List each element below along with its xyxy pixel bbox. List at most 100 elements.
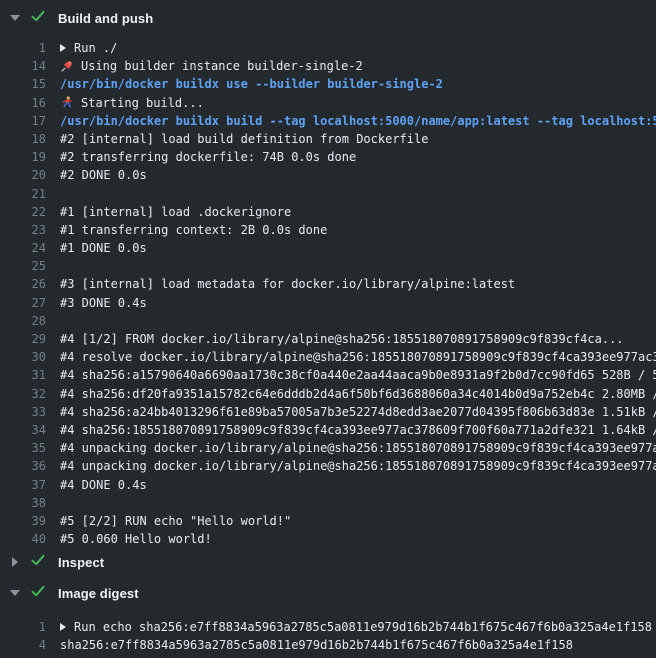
- log-line: 27 #3 DONE 0.4s: [0, 294, 656, 312]
- line-text: #4 unpacking docker.io/library/alpine@sh…: [60, 457, 656, 475]
- line-text: #4 sha256:df20fa9351a15782c64e6dddb2d4a6…: [60, 385, 656, 403]
- log-line: 30 #4 resolve docker.io/library/alpine@s…: [0, 348, 656, 366]
- log-line: 39 #5 [2/2] RUN echo "Hello world!": [0, 512, 656, 530]
- check-icon: [20, 583, 46, 604]
- line-number[interactable]: 21: [0, 185, 46, 203]
- log-line: 28: [0, 312, 656, 330]
- line-number[interactable]: 27: [0, 294, 46, 312]
- section-title: Image digest: [58, 586, 139, 601]
- line-number[interactable]: 39: [0, 512, 46, 530]
- line-number[interactable]: 35: [0, 439, 46, 457]
- line-number[interactable]: 28: [0, 312, 46, 330]
- line-number[interactable]: 16: [0, 94, 46, 112]
- line-number[interactable]: 19: [0, 148, 46, 166]
- check-icon: [20, 552, 46, 573]
- line-text: #4 resolve docker.io/library/alpine@sha2…: [60, 348, 656, 366]
- line-text: #4 DONE 0.4s: [60, 476, 147, 494]
- log-line: 25: [0, 257, 656, 275]
- line-number[interactable]: 31: [0, 366, 46, 384]
- line-number[interactable]: 34: [0, 421, 46, 439]
- line-text: Using builder instance builder-single-2: [60, 57, 363, 75]
- log-line: 17 /usr/bin/docker buildx build --tag lo…: [0, 112, 656, 130]
- pin-icon: [60, 60, 73, 73]
- log-group-line: 1 Run ./: [0, 39, 656, 57]
- log-line: 22 #1 [internal] load .dockerignore: [0, 203, 656, 221]
- log-block-build-and-push: 1 Run ./ 14 Using builder instance build…: [0, 36, 656, 548]
- line-number[interactable]: 23: [0, 221, 46, 239]
- log-line: 16 Starting build...: [0, 94, 656, 112]
- line-text: #4 [1/2] FROM docker.io/library/alpine@s…: [60, 330, 624, 348]
- log-line: 40 #5 0.060 Hello world!: [0, 530, 656, 548]
- log-line: 38: [0, 494, 656, 512]
- log-line: 19 #2 transferring dockerfile: 74B 0.0s …: [0, 148, 656, 166]
- line-number[interactable]: 4: [0, 636, 46, 654]
- log-line: 26 #3 [internal] load metadata for docke…: [0, 275, 656, 293]
- log-line: 37 #4 DONE 0.4s: [0, 476, 656, 494]
- log-line: 4 sha256:e7ff8834a5963a2785c5a0811e979d1…: [0, 636, 656, 654]
- line-number[interactable]: 40: [0, 530, 46, 548]
- line-number[interactable]: 29: [0, 330, 46, 348]
- line-text: #4 sha256:185518070891758909c9f839cf4ca3…: [60, 421, 656, 439]
- section-header-build-and-push[interactable]: Build and push: [0, 0, 656, 36]
- line-text: #2 [internal] load build definition from…: [60, 130, 428, 148]
- line-number[interactable]: 30: [0, 348, 46, 366]
- log-line: 14 Using builder instance builder-single…: [0, 57, 656, 75]
- line-text: /usr/bin/docker buildx build --tag local…: [60, 112, 656, 130]
- line-number[interactable]: 14: [0, 57, 46, 75]
- log-line: 15 /usr/bin/docker buildx use --builder …: [0, 75, 656, 93]
- line-text: #3 [internal] load metadata for docker.i…: [60, 275, 515, 293]
- log-line: 24 #1 DONE 0.0s: [0, 239, 656, 257]
- line-text: #3 DONE 0.4s: [60, 294, 147, 312]
- line-number[interactable]: 20: [0, 166, 46, 184]
- line-number[interactable]: 1: [0, 618, 46, 636]
- expand-icon: [60, 44, 66, 52]
- log-line: 35 #4 unpacking docker.io/library/alpine…: [0, 439, 656, 457]
- line-text: #1 transferring context: 2B 0.0s done: [60, 221, 327, 239]
- caret-icon: [10, 557, 20, 567]
- line-number[interactable]: 25: [0, 257, 46, 275]
- runner-icon: [60, 96, 73, 109]
- section-header-image-digest[interactable]: Image digest: [0, 576, 656, 610]
- line-text: /usr/bin/docker buildx use --builder bui…: [60, 75, 443, 93]
- line-number[interactable]: 18: [0, 130, 46, 148]
- line-number[interactable]: 1: [0, 39, 46, 57]
- log-line: 31 #4 sha256:a15790640a6690aa1730c38cf0a…: [0, 366, 656, 384]
- line-text: #4 sha256:a24bb4013296f61e89ba57005a7b3e…: [60, 403, 656, 421]
- line-text[interactable]: Run echo sha256:e7ff8834a5963a2785c5a081…: [60, 618, 652, 636]
- log-line: 33 #4 sha256:a24bb4013296f61e89ba57005a7…: [0, 403, 656, 421]
- workflow-log: Build and push 1 Run ./ 14 Using builder…: [0, 0, 656, 658]
- log-line: 32 #4 sha256:df20fa9351a15782c64e6dddb2d…: [0, 385, 656, 403]
- check-icon: [20, 8, 46, 29]
- line-number[interactable]: 17: [0, 112, 46, 130]
- line-text: sha256:e7ff8834a5963a2785c5a0811e979d16b…: [60, 636, 573, 654]
- line-number[interactable]: 32: [0, 385, 46, 403]
- line-text: #2 transferring dockerfile: 74B 0.0s don…: [60, 148, 356, 166]
- line-number[interactable]: 33: [0, 403, 46, 421]
- line-text[interactable]: Run ./: [60, 39, 117, 57]
- line-text: Starting build...: [60, 94, 204, 112]
- line-text: #2 DONE 0.0s: [60, 166, 147, 184]
- section-title: Inspect: [58, 555, 104, 570]
- section-title: Build and push: [58, 11, 153, 26]
- log-line: 23 #1 transferring context: 2B 0.0s done: [0, 221, 656, 239]
- line-text: #5 [2/2] RUN echo "Hello world!": [60, 512, 291, 530]
- line-text: #4 sha256:a15790640a6690aa1730c38cf0a440…: [60, 366, 656, 384]
- caret-icon: [10, 590, 20, 596]
- line-text: #4 unpacking docker.io/library/alpine@sh…: [60, 439, 656, 457]
- line-number[interactable]: 38: [0, 494, 46, 512]
- log-line: 36 #4 unpacking docker.io/library/alpine…: [0, 457, 656, 475]
- section-header-inspect[interactable]: Inspect: [0, 548, 656, 576]
- line-number[interactable]: 37: [0, 476, 46, 494]
- line-text: #1 DONE 0.0s: [60, 239, 147, 257]
- log-line: 34 #4 sha256:185518070891758909c9f839cf4…: [0, 421, 656, 439]
- log-line: 29 #4 [1/2] FROM docker.io/library/alpin…: [0, 330, 656, 348]
- line-number[interactable]: 36: [0, 457, 46, 475]
- line-number[interactable]: 24: [0, 239, 46, 257]
- caret-icon: [10, 15, 20, 21]
- line-text: #5 0.060 Hello world!: [60, 530, 212, 548]
- line-number[interactable]: 22: [0, 203, 46, 221]
- expand-icon: [60, 623, 66, 631]
- line-number[interactable]: 15: [0, 75, 46, 93]
- log-line: 21: [0, 185, 656, 203]
- line-number[interactable]: 26: [0, 275, 46, 293]
